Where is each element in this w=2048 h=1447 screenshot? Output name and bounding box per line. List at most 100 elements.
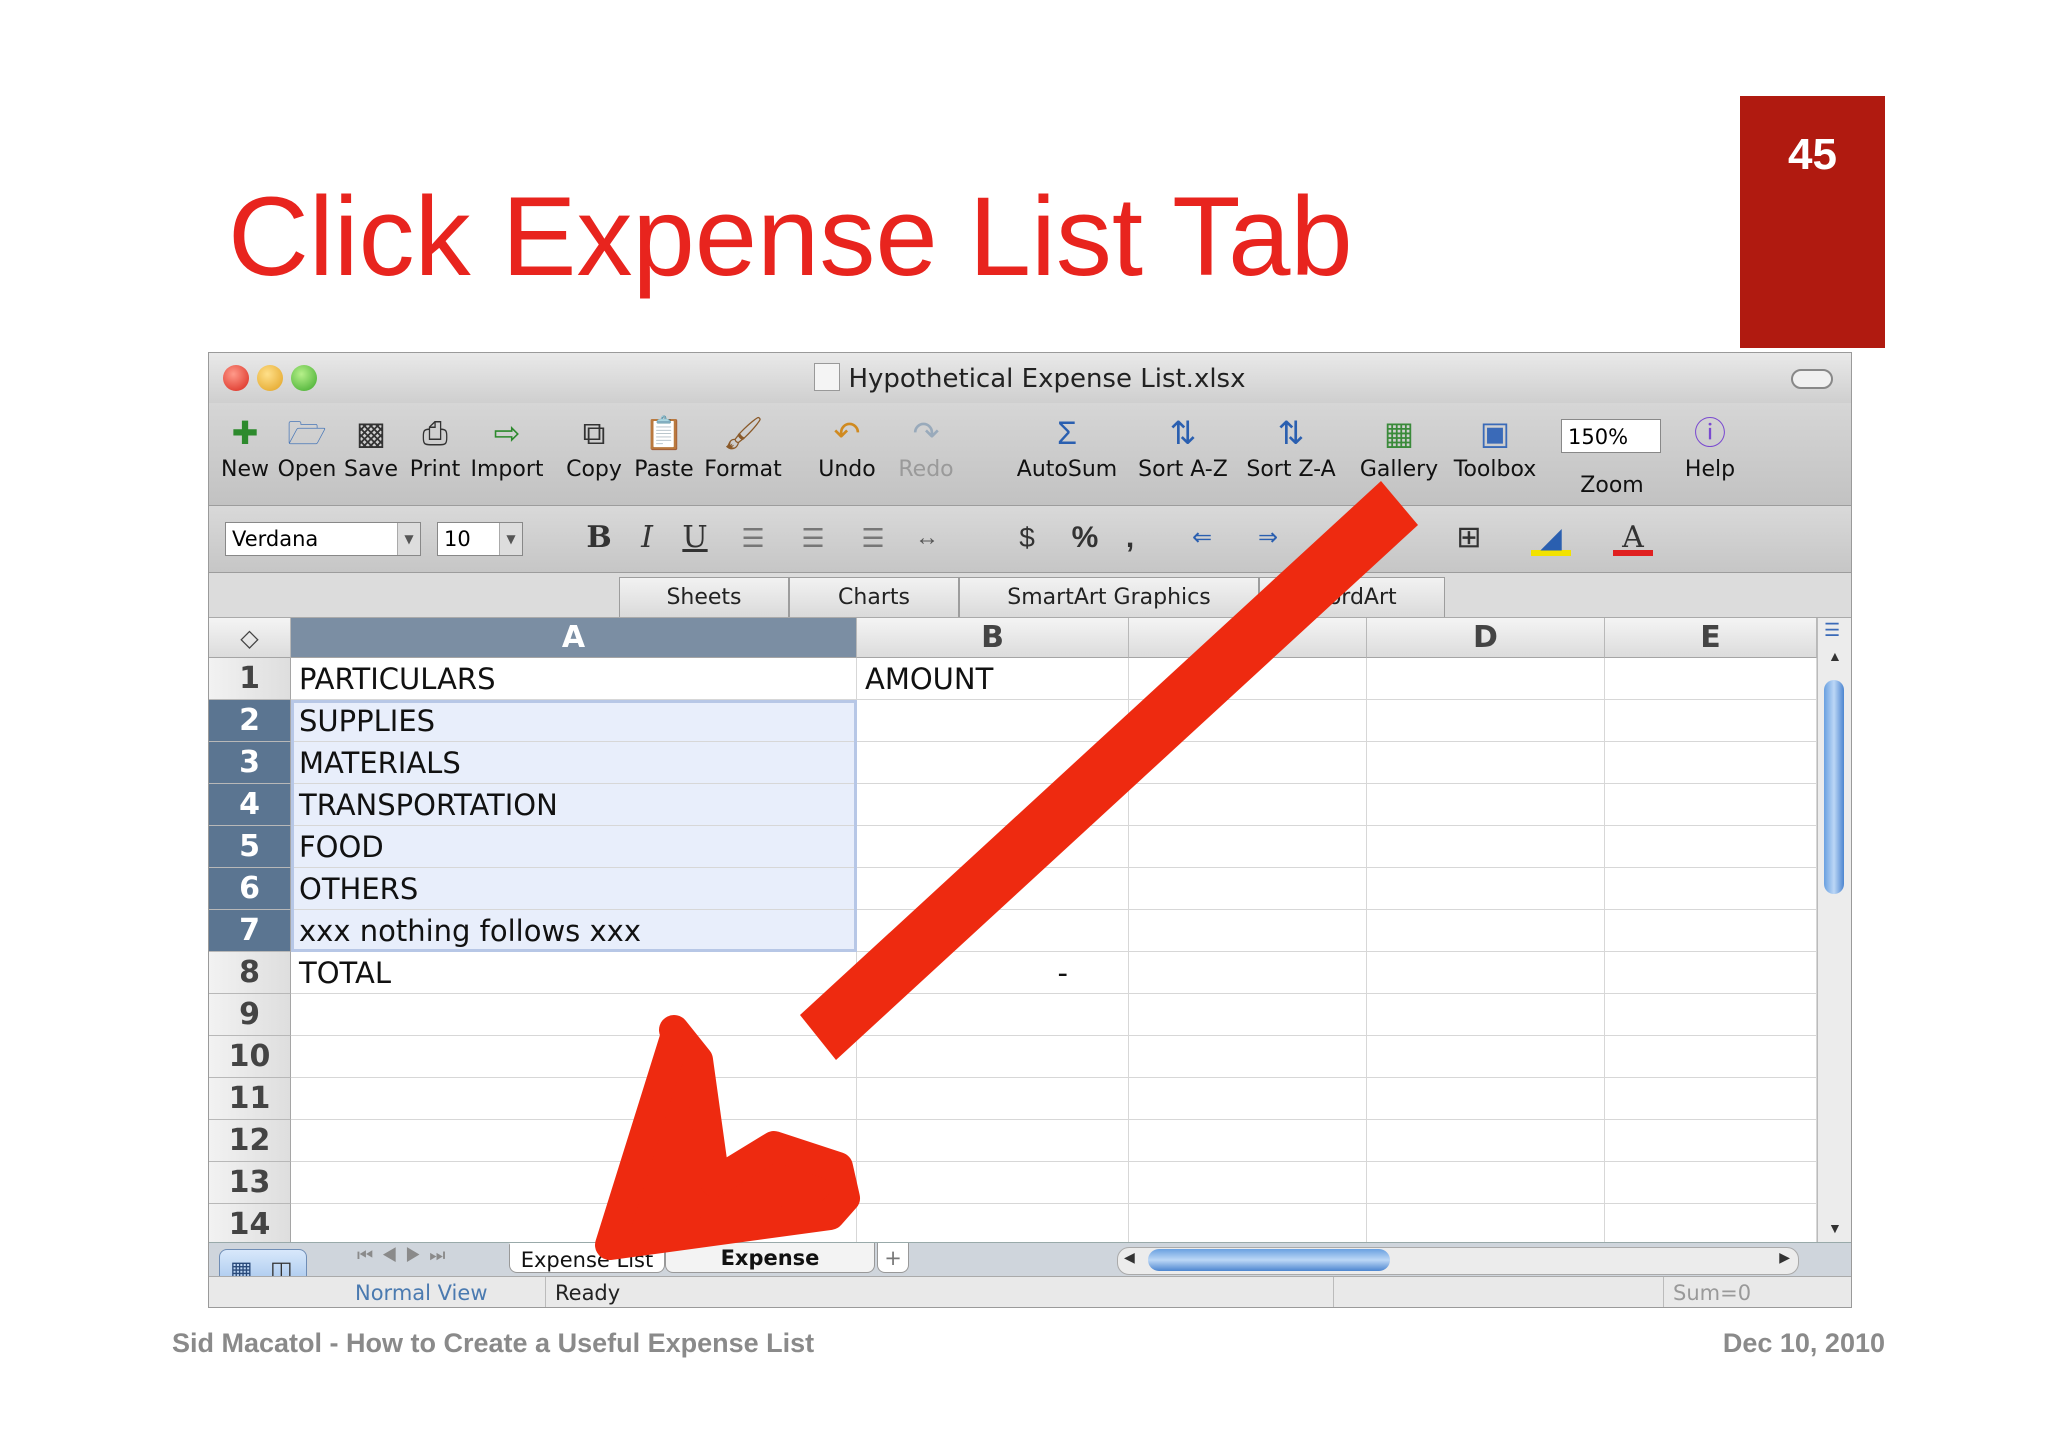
cell-b3[interactable] bbox=[857, 742, 1129, 784]
sheet-tab-expense-summary[interactable]: Expense Summary bbox=[665, 1243, 875, 1300]
ribbon-tab-wordart[interactable]: WordArt bbox=[1259, 577, 1445, 617]
cell-e11[interactable] bbox=[1605, 1078, 1817, 1120]
select-all-corner[interactable]: ◇ bbox=[209, 618, 291, 658]
horizontal-scrollbar[interactable]: ◀ ▶ bbox=[1117, 1247, 1799, 1275]
cell-c5[interactable] bbox=[1129, 826, 1367, 868]
vertical-scrollbar[interactable]: ☰ ▲ ▼ bbox=[1817, 618, 1851, 1242]
row-header-10[interactable]: 10 bbox=[209, 1036, 291, 1078]
cell-c7[interactable] bbox=[1129, 910, 1367, 952]
open-button[interactable]: 🗁 Open bbox=[275, 409, 339, 501]
row-header-6[interactable]: 6 bbox=[209, 868, 291, 910]
column-header-a[interactable]: A bbox=[291, 618, 857, 658]
sheet-tab-expense-list[interactable]: Expense List bbox=[509, 1243, 665, 1273]
cell-a5[interactable]: FOOD bbox=[291, 826, 857, 868]
scroll-right-icon[interactable]: ▶ bbox=[1779, 1249, 1790, 1266]
toolbox-button[interactable]: ▣ Toolbox bbox=[1447, 409, 1543, 501]
toolbar-toggle-button[interactable] bbox=[1791, 369, 1833, 389]
gallery-button[interactable]: ▦ Gallery bbox=[1357, 409, 1441, 501]
cell-b5[interactable] bbox=[857, 826, 1129, 868]
cell-d13[interactable] bbox=[1367, 1162, 1605, 1204]
print-button[interactable]: ⎙ Print bbox=[403, 409, 467, 501]
cell-a1[interactable]: PARTICULARS bbox=[291, 658, 857, 700]
italic-button[interactable]: I bbox=[627, 520, 667, 556]
cell-a13[interactable] bbox=[291, 1162, 857, 1204]
row-header-11[interactable]: 11 bbox=[209, 1078, 291, 1120]
font-color-button[interactable]: A bbox=[1613, 520, 1653, 556]
currency-format-icon[interactable]: $ bbox=[1005, 520, 1049, 556]
cell-d2[interactable] bbox=[1367, 700, 1605, 742]
cell-e5[interactable] bbox=[1605, 826, 1817, 868]
cell-c4[interactable] bbox=[1129, 784, 1367, 826]
column-header-e[interactable]: E bbox=[1605, 618, 1817, 658]
cell-c10[interactable] bbox=[1129, 1036, 1367, 1078]
bold-button[interactable]: B bbox=[579, 520, 619, 556]
increase-decimal-icon[interactable]: ⇒ bbox=[1243, 520, 1293, 556]
cell-e8[interactable] bbox=[1605, 952, 1817, 994]
undo-button[interactable]: ↶ Undo bbox=[807, 409, 887, 501]
format-button[interactable]: 🖌 Format bbox=[701, 409, 785, 501]
align-center-icon[interactable]: ☰ bbox=[793, 520, 833, 556]
paste-button[interactable]: 📋 Paste bbox=[629, 409, 699, 501]
cell-e6[interactable] bbox=[1605, 868, 1817, 910]
cell-c6[interactable] bbox=[1129, 868, 1367, 910]
horizontal-scroll-thumb[interactable] bbox=[1148, 1249, 1390, 1271]
cell-e1[interactable] bbox=[1605, 658, 1817, 700]
row-header-7[interactable]: 7 bbox=[209, 910, 291, 952]
cell-b14[interactable] bbox=[857, 1204, 1129, 1246]
row-header-5[interactable]: 5 bbox=[209, 826, 291, 868]
row-header-4[interactable]: 4 bbox=[209, 784, 291, 826]
row-header-2[interactable]: 2 bbox=[209, 700, 291, 742]
scroll-left-icon[interactable]: ◀ bbox=[1124, 1249, 1135, 1266]
cell-b10[interactable] bbox=[857, 1036, 1129, 1078]
save-button[interactable]: ▩ Save bbox=[339, 409, 403, 501]
cell-c9[interactable] bbox=[1129, 994, 1367, 1036]
cell-b1[interactable]: AMOUNT bbox=[857, 658, 1129, 700]
scroll-down-icon[interactable]: ▼ bbox=[1828, 1220, 1842, 1236]
cell-b9[interactable] bbox=[857, 994, 1129, 1036]
cell-c11[interactable] bbox=[1129, 1078, 1367, 1120]
row-header-1[interactable]: 1 bbox=[209, 658, 291, 700]
sort-a-z-button[interactable]: ⇅ Sort A-Z bbox=[1133, 409, 1233, 501]
cell-c12[interactable] bbox=[1129, 1120, 1367, 1162]
decrease-decimal-icon[interactable]: ⇐ bbox=[1177, 520, 1227, 556]
fill-color-icon[interactable]: ◢ bbox=[1531, 520, 1571, 556]
cell-d6[interactable] bbox=[1367, 868, 1605, 910]
cell-d12[interactable] bbox=[1367, 1120, 1605, 1162]
import-button[interactable]: ⇨ Import bbox=[467, 409, 547, 501]
cell-b8[interactable]: - bbox=[857, 952, 1129, 994]
cell-a10[interactable] bbox=[291, 1036, 857, 1078]
column-header-c[interactable]: C bbox=[1129, 618, 1367, 658]
ribbon-tab-charts[interactable]: Charts bbox=[789, 577, 959, 617]
underline-button[interactable]: U bbox=[675, 520, 715, 556]
cell-e9[interactable] bbox=[1605, 994, 1817, 1036]
merge-cells-icon[interactable]: ↔ bbox=[905, 520, 949, 556]
row-header-12[interactable]: 12 bbox=[209, 1120, 291, 1162]
cell-d14[interactable] bbox=[1367, 1204, 1605, 1246]
row-header-3[interactable]: 3 bbox=[209, 742, 291, 784]
cell-b12[interactable] bbox=[857, 1120, 1129, 1162]
cell-c2[interactable] bbox=[1129, 700, 1367, 742]
column-header-b[interactable]: B bbox=[857, 618, 1129, 658]
cell-d10[interactable] bbox=[1367, 1036, 1605, 1078]
font-name-select[interactable]: Verdana ▼ bbox=[225, 522, 421, 556]
column-header-d[interactable]: D bbox=[1367, 618, 1605, 658]
cell-b6[interactable] bbox=[857, 868, 1129, 910]
cell-a2[interactable]: SUPPLIES bbox=[291, 700, 857, 742]
cell-d11[interactable] bbox=[1367, 1078, 1605, 1120]
cell-e13[interactable] bbox=[1605, 1162, 1817, 1204]
copy-button[interactable]: ⧉ Copy bbox=[561, 409, 627, 501]
scroll-up-icon[interactable]: ▲ bbox=[1828, 648, 1842, 664]
cell-e4[interactable] bbox=[1605, 784, 1817, 826]
cell-e12[interactable] bbox=[1605, 1120, 1817, 1162]
cell-e2[interactable] bbox=[1605, 700, 1817, 742]
indent-icon[interactable]: ☰ bbox=[1323, 520, 1373, 556]
zoom-input[interactable]: 150% bbox=[1561, 419, 1661, 453]
row-header-13[interactable]: 13 bbox=[209, 1162, 291, 1204]
row-header-8[interactable]: 8 bbox=[209, 952, 291, 994]
cell-b4[interactable] bbox=[857, 784, 1129, 826]
cell-b13[interactable] bbox=[857, 1162, 1129, 1204]
comma-style-button[interactable]: , bbox=[1115, 520, 1145, 556]
cell-d5[interactable] bbox=[1367, 826, 1605, 868]
cell-d1[interactable] bbox=[1367, 658, 1605, 700]
cell-c8[interactable] bbox=[1129, 952, 1367, 994]
